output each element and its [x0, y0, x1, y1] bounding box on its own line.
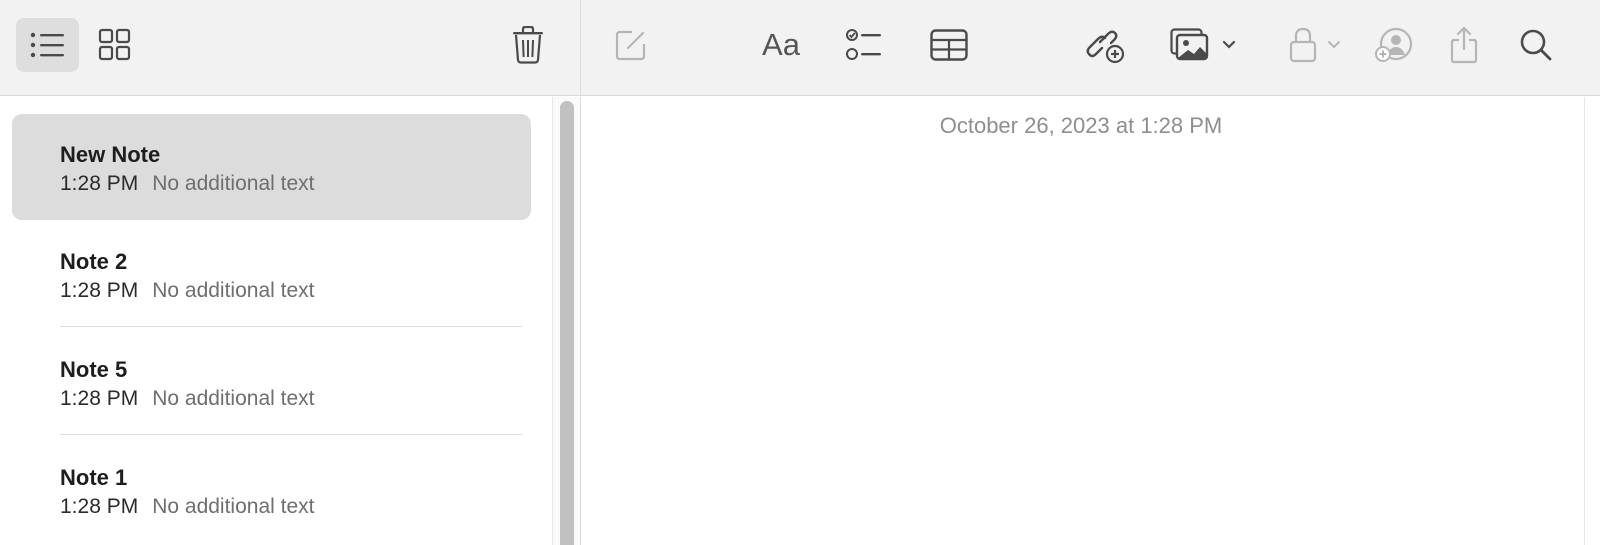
- note-preview: No additional text: [152, 495, 315, 518]
- link-icon: [1086, 26, 1126, 64]
- sidebar-toolbar: [0, 0, 581, 96]
- note-editor[interactable]: October 26, 2023 at 1:28 PM: [581, 97, 1584, 545]
- note-title: Note 1: [60, 465, 128, 490]
- editor-scrollbar[interactable]: [1584, 97, 1600, 545]
- note-time: 1:28 PM: [60, 172, 139, 195]
- add-link-button[interactable]: [1081, 20, 1131, 70]
- note-item-note-2[interactable]: Note 2 1:28 PM No additional text: [12, 221, 531, 327]
- search-icon: [1519, 28, 1553, 62]
- notes-list-scrollbar[interactable]: [552, 97, 581, 545]
- compose-icon: [614, 28, 648, 62]
- photo-icon: [1170, 28, 1214, 62]
- collaborate-icon: [1374, 27, 1414, 63]
- note-item-note-5[interactable]: Note 5 1:28 PM No additional text: [12, 329, 531, 435]
- note-meta: 1:28 PM No additional text: [60, 387, 315, 411]
- divider: [60, 326, 522, 327]
- table-icon: [930, 29, 968, 61]
- note-preview: No additional text: [152, 172, 315, 195]
- delete-note-button[interactable]: [503, 18, 553, 72]
- checklist-button[interactable]: [839, 20, 889, 70]
- editor-toolbar: Aa: [581, 0, 1600, 96]
- lock-note-button[interactable]: [1283, 20, 1347, 70]
- share-icon: [1449, 26, 1479, 64]
- add-media-button[interactable]: [1163, 20, 1243, 70]
- note-title: New Note: [60, 142, 161, 167]
- chevron-down-icon: [1327, 40, 1341, 50]
- chevron-down-icon: [1222, 40, 1236, 50]
- format-button[interactable]: Aa: [754, 20, 808, 70]
- share-button[interactable]: [1439, 20, 1489, 70]
- note-time: 1:28 PM: [60, 387, 139, 410]
- new-note-button[interactable]: [606, 20, 656, 70]
- notes-list: New Note 1:28 PM No additional text Note …: [0, 97, 552, 545]
- note-preview: No additional text: [152, 279, 315, 302]
- divider: [60, 434, 522, 435]
- lock-icon: [1289, 27, 1317, 63]
- gallery-view-button[interactable]: [90, 18, 140, 72]
- note-item-note-1[interactable]: Note 1 1:28 PM No additional text: [12, 437, 531, 543]
- note-title: Note 2: [60, 249, 128, 274]
- list-icon: [30, 31, 66, 59]
- collaborate-button[interactable]: [1369, 20, 1419, 70]
- list-view-button[interactable]: [16, 18, 79, 72]
- note-date: October 26, 2023 at 1:28 PM: [939, 113, 1223, 138]
- note-preview: No additional text: [152, 387, 315, 410]
- grid-icon: [98, 28, 132, 62]
- note-item-new-note[interactable]: New Note 1:28 PM No additional text: [12, 114, 531, 220]
- checklist-icon: [845, 27, 883, 63]
- note-meta: 1:28 PM No additional text: [60, 172, 315, 196]
- note-meta: 1:28 PM No additional text: [60, 495, 315, 519]
- note-meta: 1:28 PM No additional text: [60, 279, 315, 303]
- note-time: 1:28 PM: [60, 279, 139, 302]
- note-title: Note 5: [60, 357, 128, 382]
- format-label: Aa: [762, 27, 800, 62]
- trash-icon: [512, 26, 544, 64]
- note-time: 1:28 PM: [60, 495, 139, 518]
- search-button[interactable]: [1511, 20, 1561, 70]
- table-button[interactable]: [924, 20, 974, 70]
- scrollbar-thumb[interactable]: [560, 101, 574, 545]
